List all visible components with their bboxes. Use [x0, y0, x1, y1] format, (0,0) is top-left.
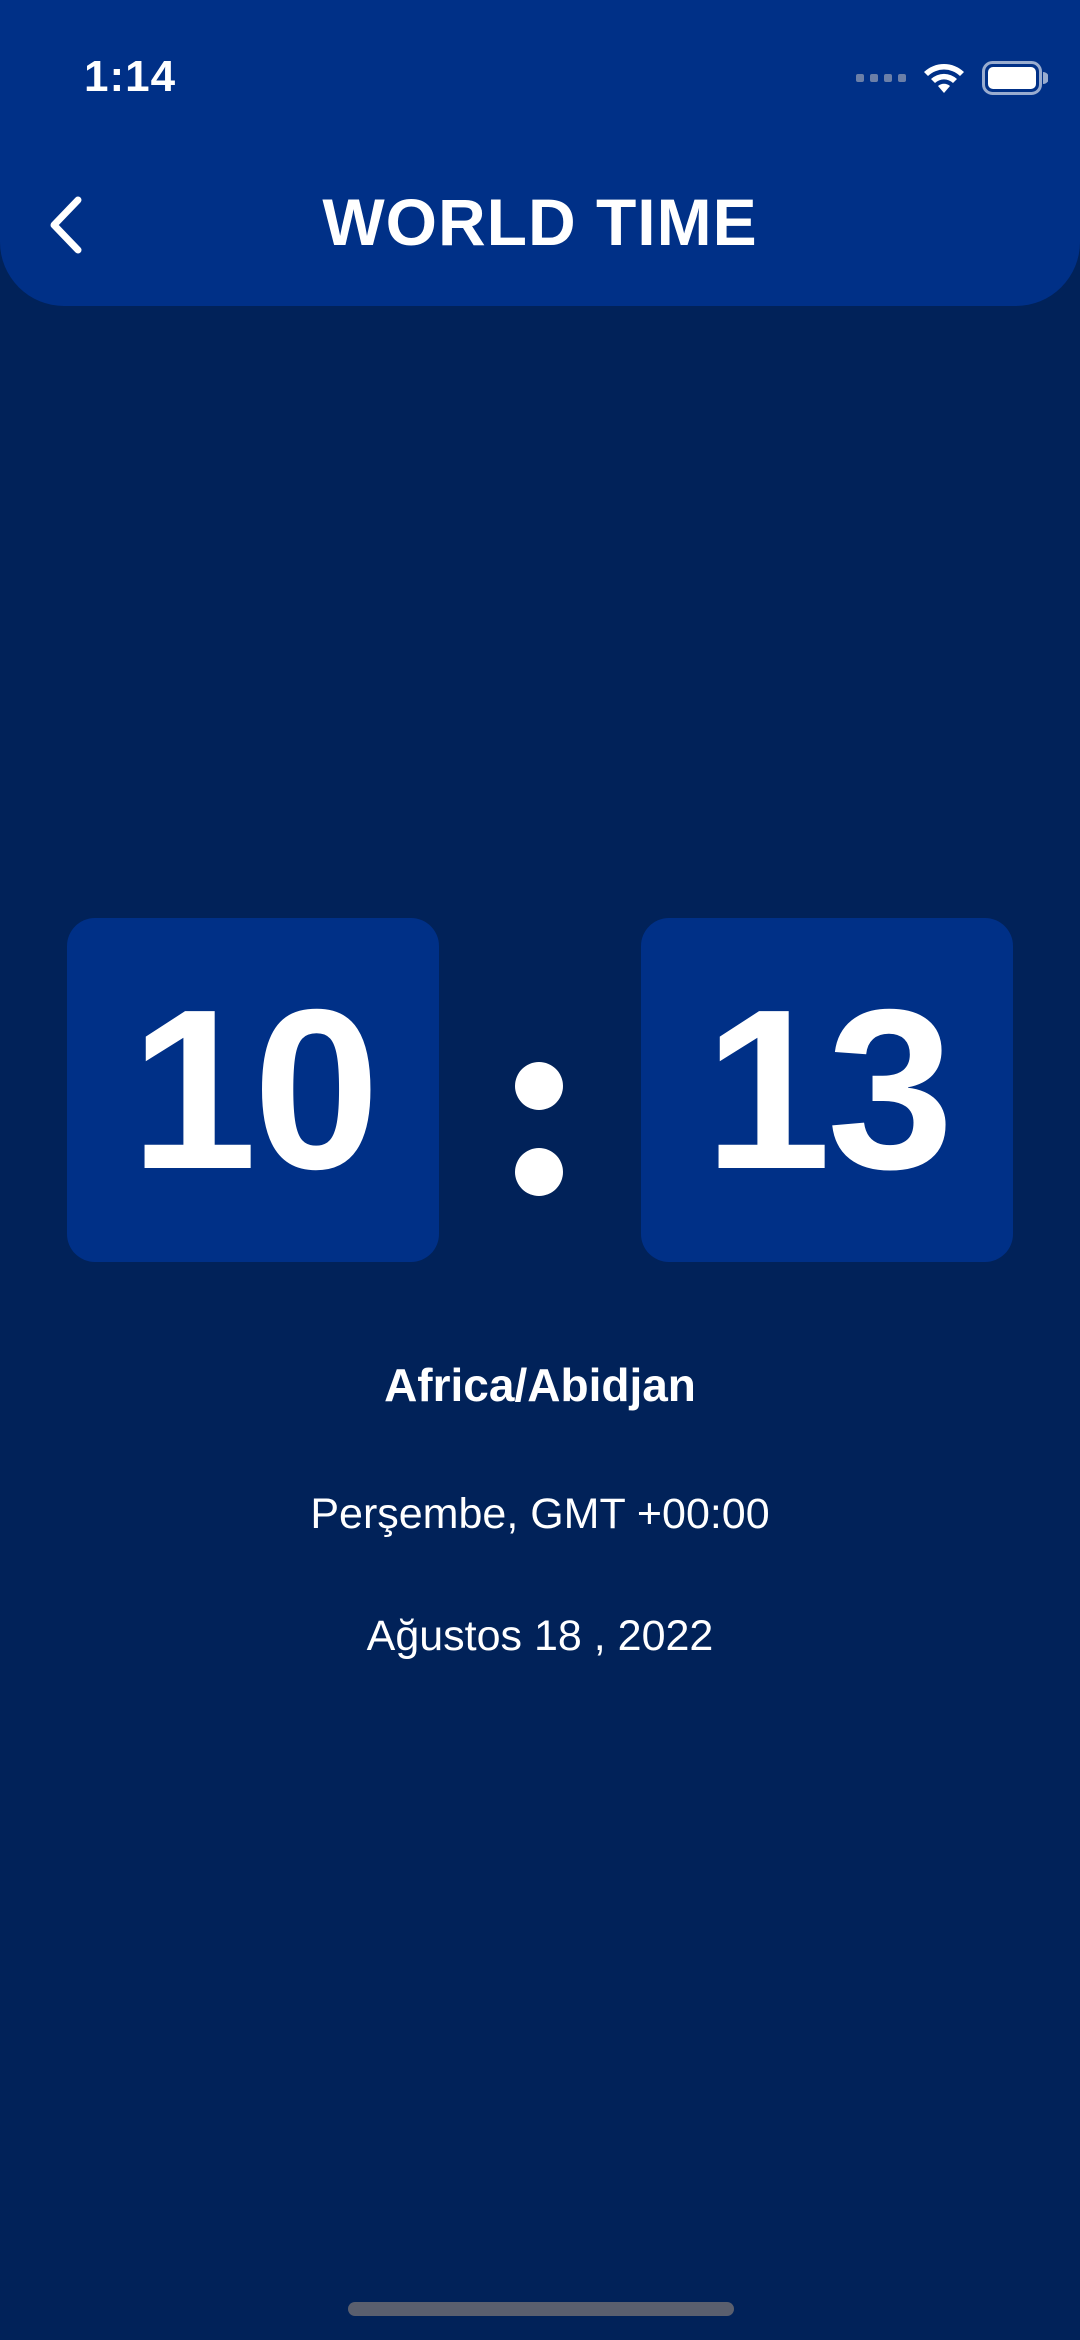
world-time-screen: 1:14 WORLD TIME 10 13 Africa/Abidjan Per…	[0, 0, 1080, 2340]
home-indicator[interactable]	[348, 2302, 734, 2316]
app-header: 1:14 WORLD TIME	[0, 0, 1080, 306]
status-bar-time: 1:14	[84, 52, 177, 101]
minutes-value: 13	[704, 962, 954, 1217]
time-separator	[515, 1062, 563, 1196]
battery-icon	[982, 61, 1048, 95]
page-title: WORLD TIME	[322, 185, 758, 259]
timezone-name: Africa/Abidjan	[384, 1359, 696, 1411]
wifi-icon	[924, 64, 964, 93]
hours-value: 10	[130, 962, 380, 1217]
hours-box: 10	[67, 918, 439, 1262]
current-date: Ağustos 18 , 2022	[366, 1612, 714, 1660]
cellular-signal-icon	[856, 74, 906, 82]
clock-display: 10 13	[0, 918, 1080, 1262]
status-bar-icons	[856, 58, 1048, 98]
day-and-gmt-offset: Perşembe, GMT +00:00	[310, 1490, 770, 1538]
minutes-box: 13	[641, 918, 1013, 1262]
